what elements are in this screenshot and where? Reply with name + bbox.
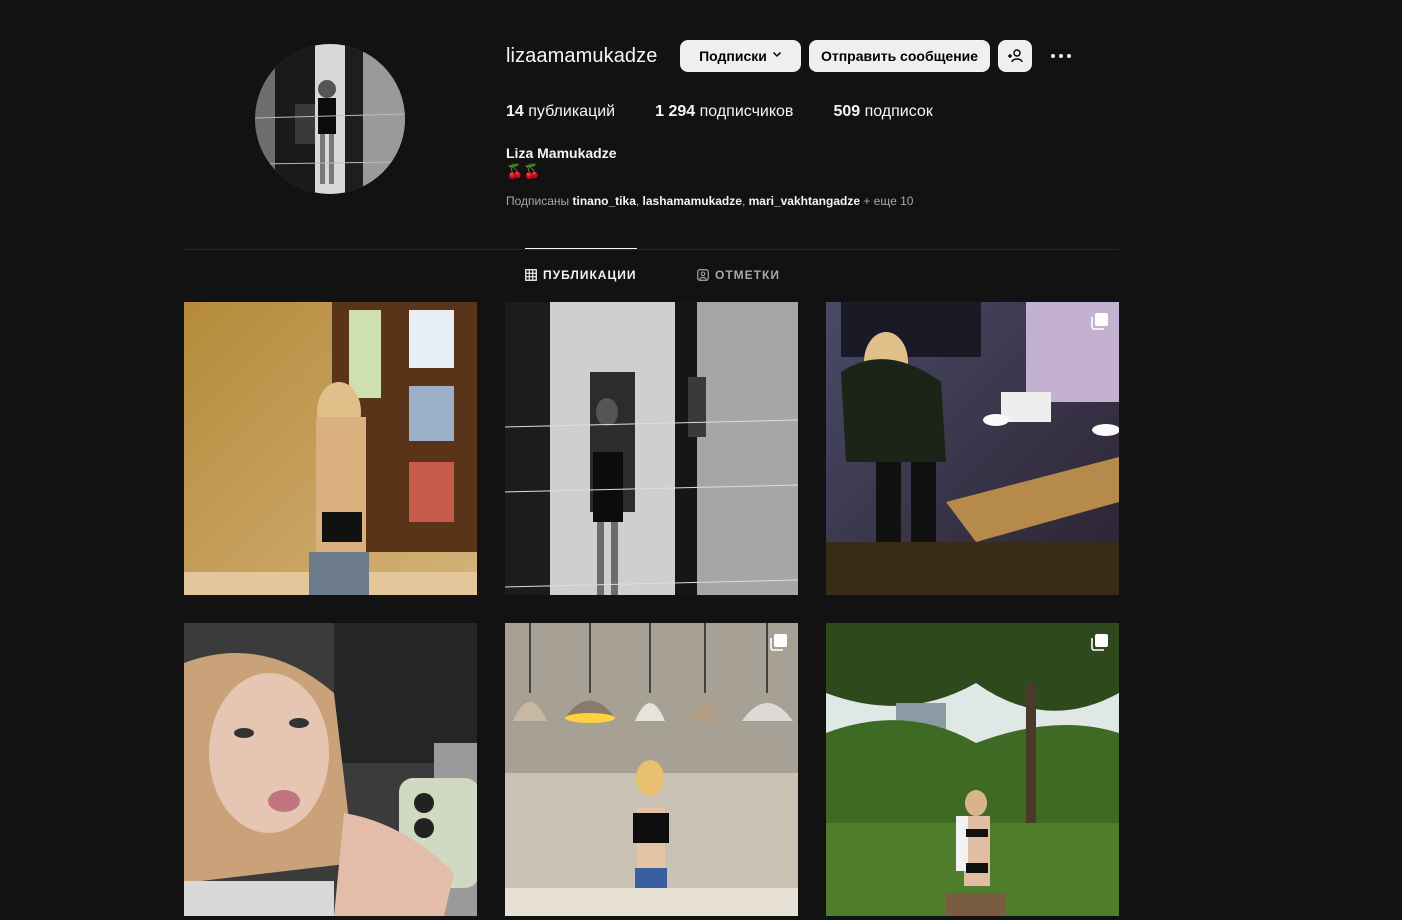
post-thumbnail[interactable] <box>505 302 798 595</box>
following-dropdown-button[interactable]: Подписки <box>680 40 801 72</box>
add-person-icon <box>1008 49 1023 63</box>
followers-count[interactable]: 1 294 подписчиков <box>655 103 793 121</box>
followed-by-user: mari_vakhtangadze <box>748 194 860 208</box>
followed-by[interactable]: Подписаны tinano_tika, lashamamukadze, m… <box>506 194 913 208</box>
profile-bio: 🍒🍒 <box>506 163 541 179</box>
followed-by-user: lashamamukadze <box>642 194 742 208</box>
posts-count-number: 14 <box>506 103 524 120</box>
post-thumbnail[interactable] <box>505 623 798 916</box>
suggested-users-button[interactable] <box>998 40 1032 72</box>
following-count-number: 509 <box>833 103 861 120</box>
tab-posts[interactable]: ПУБЛИКАЦИИ <box>525 268 636 282</box>
post-image <box>505 623 798 916</box>
grid-icon <box>525 269 537 281</box>
followers-count-number: 1 294 <box>655 103 696 120</box>
post-thumbnail[interactable] <box>184 623 477 916</box>
tab-tagged[interactable]: ОТМЕТКИ <box>697 268 780 282</box>
post-image <box>826 623 1119 916</box>
post-image <box>505 302 798 595</box>
followers-count-label: подписчиков <box>699 103 794 120</box>
followed-by-more: + еще 10 <box>863 194 914 208</box>
profile-full-name: Liza Mamukadze <box>506 145 617 161</box>
followed-by-prefix: Подписаны <box>506 194 570 208</box>
following-count-label: подписок <box>864 103 933 120</box>
posts-count-label: публикаций <box>528 103 616 120</box>
post-thumbnail[interactable] <box>184 302 477 595</box>
post-image <box>184 302 477 595</box>
post-image <box>184 623 477 916</box>
post-thumbnail[interactable] <box>826 623 1119 916</box>
post-image <box>826 302 1119 595</box>
following-count[interactable]: 509 подписок <box>833 103 932 121</box>
profile-page: lizaamamukadze Подписки Отправить сообще… <box>0 0 1402 920</box>
more-options-icon[interactable] <box>1046 44 1076 68</box>
chevron-down-icon <box>772 49 782 62</box>
send-message-label: Отправить сообщение <box>820 48 979 64</box>
avatar-image <box>255 44 405 194</box>
carousel-icon <box>1091 313 1108 330</box>
posts-count: 14 публикаций <box>506 103 615 121</box>
followed-by-user: tinano_tika <box>572 194 636 208</box>
carousel-icon <box>770 634 787 651</box>
carousel-icon <box>1091 634 1108 651</box>
profile-avatar[interactable] <box>255 44 405 194</box>
tab-posts-label: ПУБЛИКАЦИИ <box>543 268 637 282</box>
active-tab-indicator <box>525 248 637 249</box>
post-thumbnail[interactable] <box>826 302 1119 595</box>
tagged-person-icon <box>697 269 709 281</box>
profile-stats: 14 публикаций 1 294 подписчиков 509 подп… <box>506 103 973 121</box>
tabs-divider <box>184 249 1119 250</box>
profile-username: lizaamamukadze <box>506 45 658 67</box>
following-button-label: Подписки <box>699 48 767 64</box>
send-message-button[interactable]: Отправить сообщение <box>809 40 990 72</box>
tab-tagged-label: ОТМЕТКИ <box>715 268 780 282</box>
